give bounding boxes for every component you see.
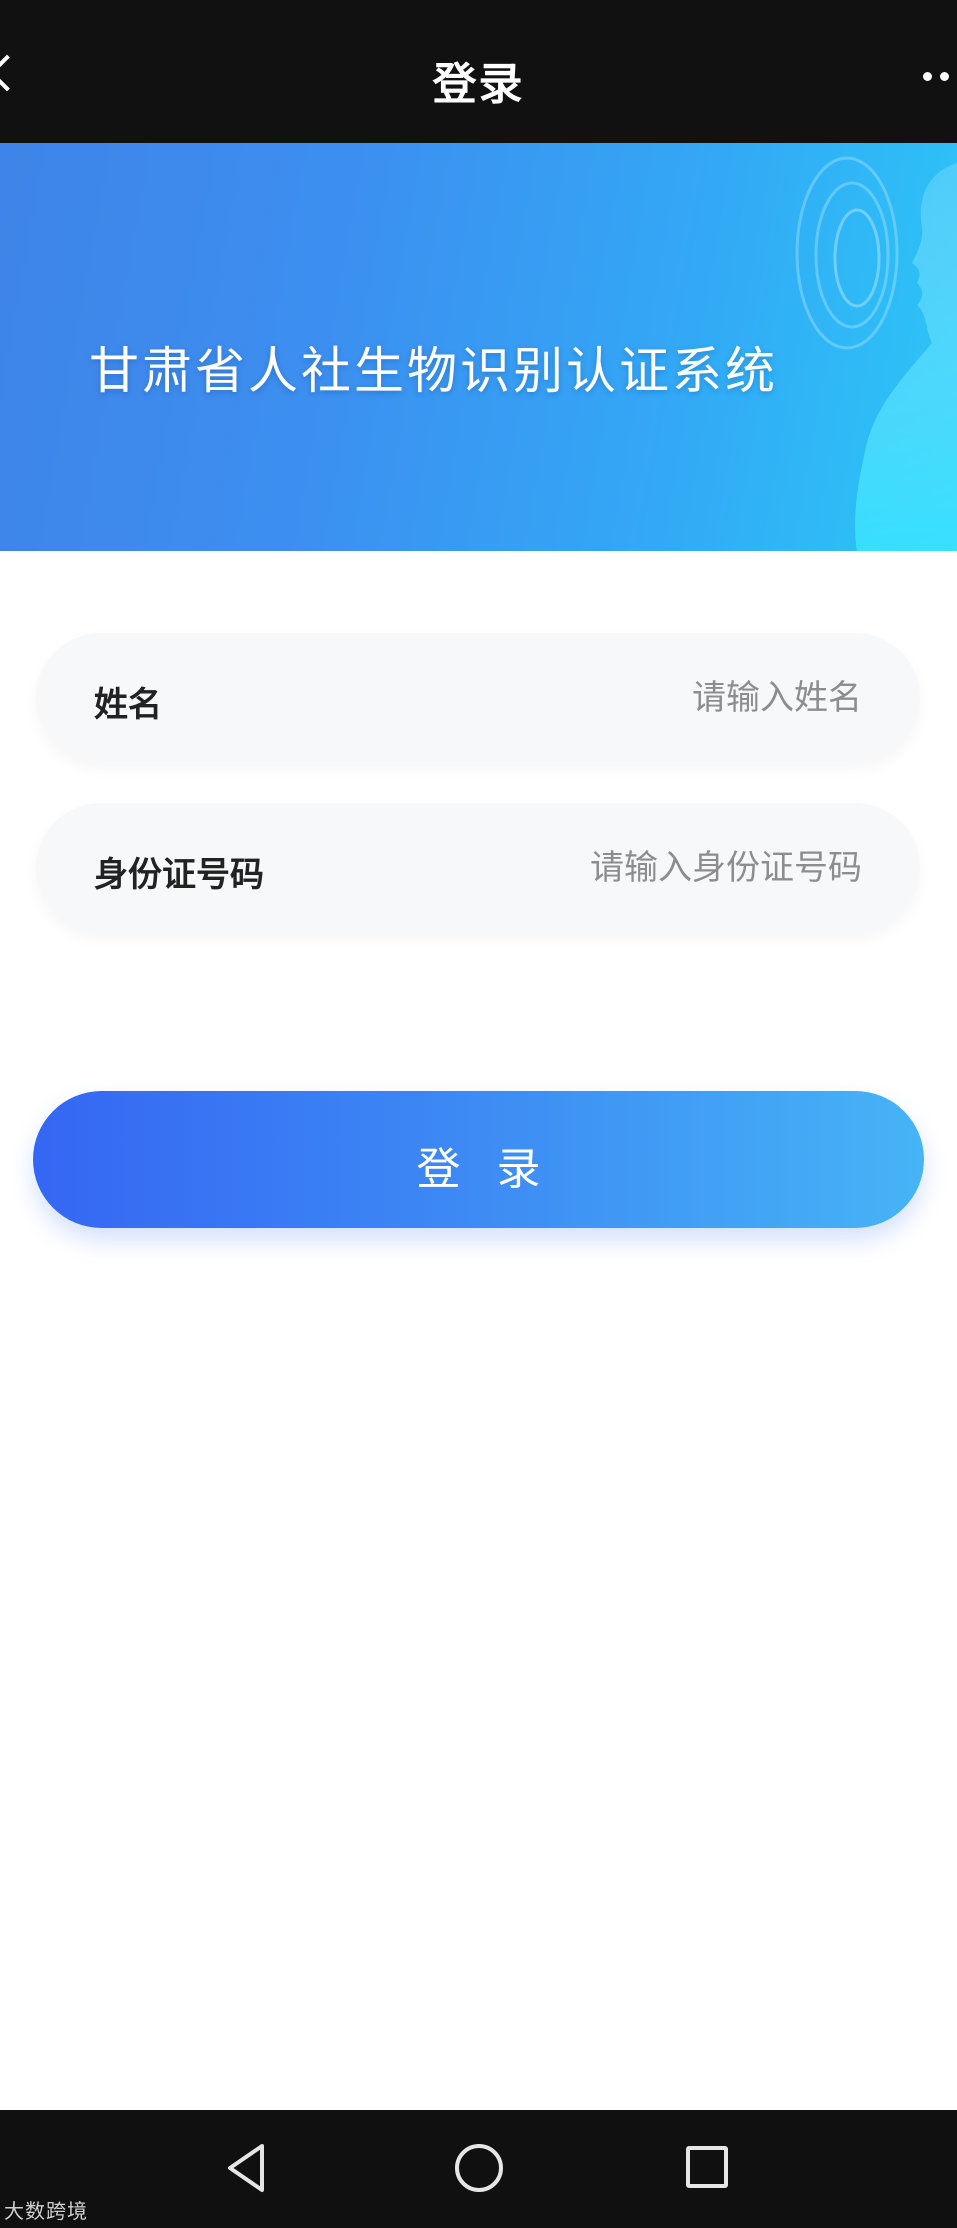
nav-home-icon[interactable]	[455, 2144, 503, 2192]
hero-banner: 甘肃省人社生物识别认证系统	[0, 143, 957, 551]
id-number-input[interactable]	[422, 833, 862, 903]
id-number-field-label: 身份证号码	[94, 855, 264, 895]
nav-recent-apps-icon[interactable]	[686, 2146, 728, 2188]
page-title: 登录	[432, 59, 525, 110]
top-app-bar: 登录	[0, 0, 957, 143]
nav-back-icon[interactable]	[222, 2142, 270, 2194]
system-navigation-bar: 大数跨境	[0, 2110, 957, 2228]
name-field[interactable]: 姓名	[36, 633, 920, 763]
name-field-label: 姓名	[94, 685, 162, 725]
login-button[interactable]: 登录	[33, 1091, 924, 1228]
more-dots-icon[interactable]	[909, 64, 949, 88]
login-button-label: 登录	[416, 1145, 577, 1194]
dot	[923, 71, 932, 81]
banner-title: 甘肃省人社生物识别认证系统	[89, 342, 778, 400]
name-input[interactable]	[422, 663, 862, 733]
id-number-field[interactable]: 身份证号码	[36, 803, 920, 933]
watermark: 大数跨境	[4, 2199, 88, 2223]
dot	[940, 71, 949, 81]
